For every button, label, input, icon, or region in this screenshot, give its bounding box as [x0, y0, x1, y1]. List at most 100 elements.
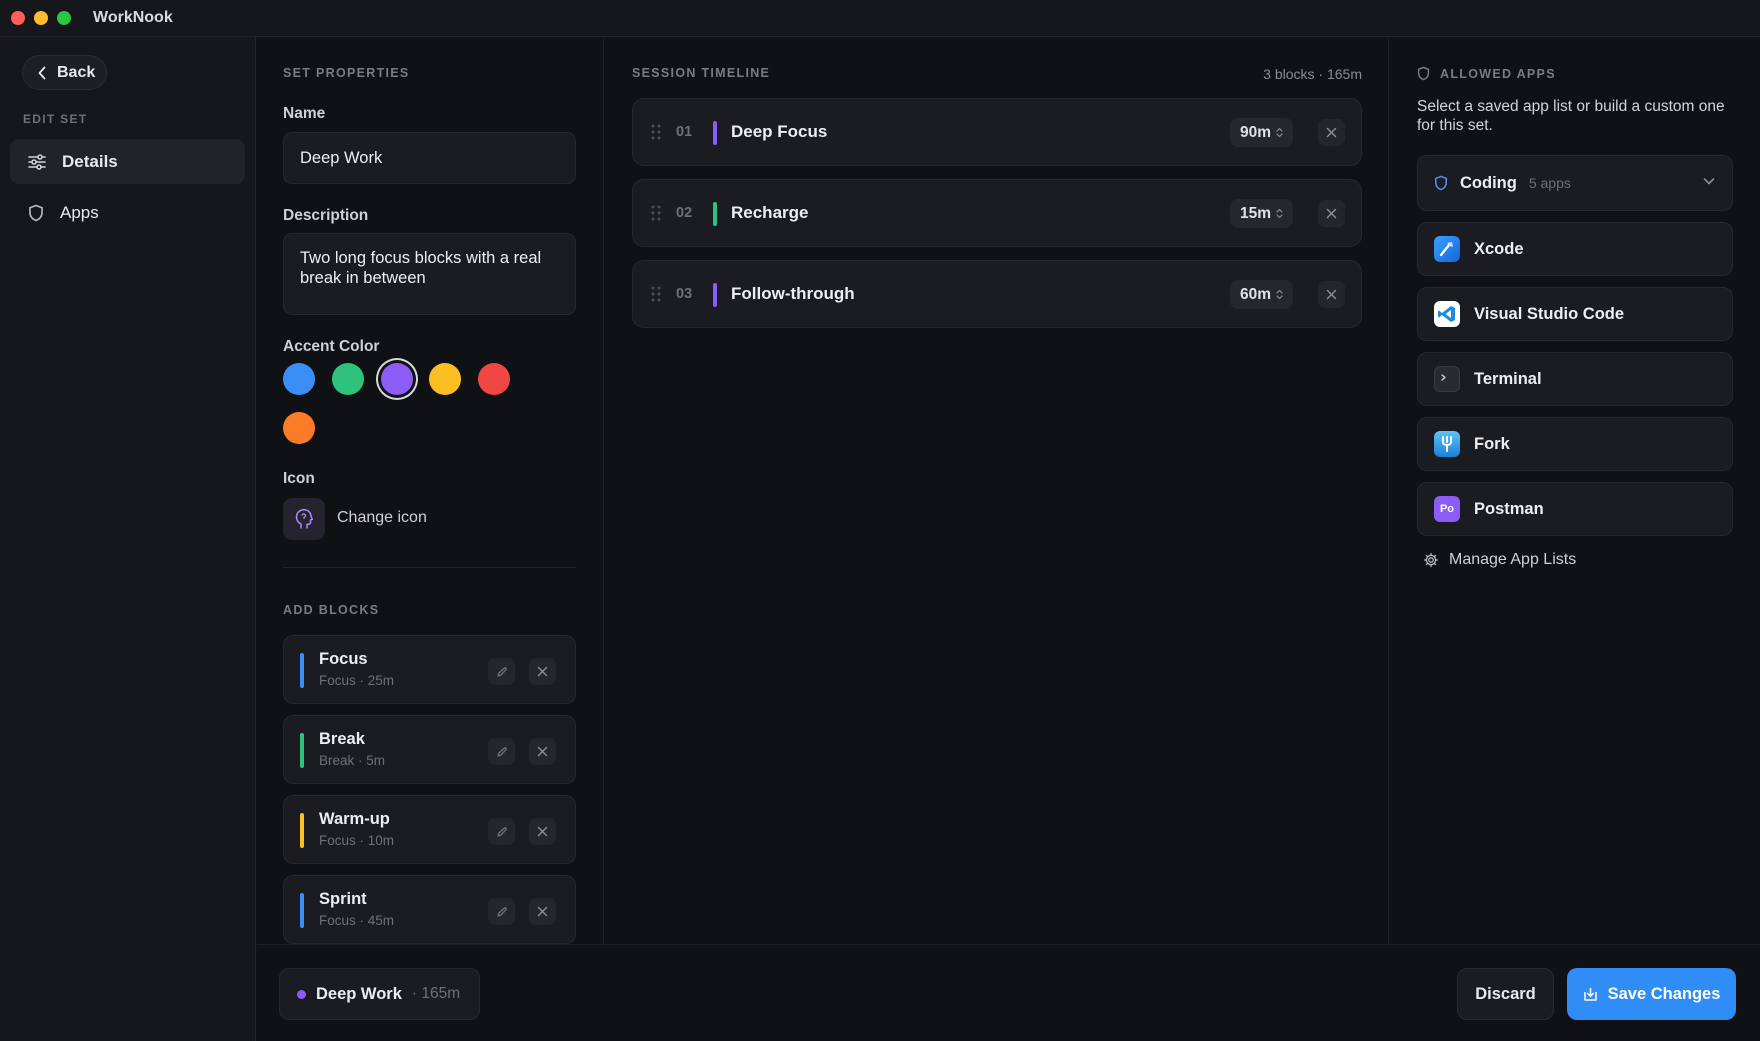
app-row-visual-studio-code[interactable]: Visual Studio Code — [1417, 287, 1733, 341]
chevron-down-icon — [1703, 178, 1715, 185]
drag-handle-icon[interactable] — [651, 205, 661, 221]
block-template-card[interactable]: Break Break · 5m — [283, 715, 576, 784]
zoom-window-button[interactable] — [57, 11, 71, 25]
section-divider — [283, 567, 576, 568]
close-icon — [537, 666, 548, 677]
close-icon — [537, 746, 548, 757]
back-button[interactable]: Back — [22, 55, 107, 90]
edit-block-button[interactable] — [488, 818, 515, 845]
shield-icon — [1434, 175, 1448, 191]
up-down-chevron-icon — [1276, 127, 1283, 138]
set-summary-duration: · 165m — [411, 985, 461, 1002]
block-meta: Focus · 25m — [319, 673, 395, 688]
set-properties-heading: SET PROPERTIES — [283, 66, 410, 80]
manage-app-lists-button[interactable]: Manage App Lists — [1423, 551, 1576, 569]
allowed-apps-description: Select a saved app list or build a custo… — [1417, 98, 1725, 134]
block-name: Focus — [319, 650, 368, 668]
duration-value: 15m — [1240, 204, 1272, 222]
close-icon — [1326, 289, 1337, 300]
accent-swatch-blue[interactable] — [283, 363, 315, 395]
block-name: Warm-up — [319, 810, 390, 828]
save-icon — [1583, 987, 1597, 1001]
discard-button[interactable]: Discard — [1457, 968, 1554, 1020]
duration-stepper[interactable]: 90m — [1230, 118, 1294, 147]
block-meta: Break · 5m — [319, 753, 386, 768]
name-input[interactable]: Deep Work — [283, 132, 576, 184]
close-window-button[interactable] — [11, 11, 25, 25]
app-name: Terminal — [1474, 369, 1542, 388]
accent-color-label: Accent Color — [283, 338, 380, 355]
vscode-icon — [1434, 301, 1460, 327]
save-changes-button[interactable]: Save Changes — [1567, 968, 1736, 1020]
block-template-card[interactable]: Warm-up Focus · 10m — [283, 795, 576, 864]
block-color-bar — [300, 733, 304, 768]
postman-icon: Po — [1434, 496, 1460, 522]
remove-timeline-row-button[interactable] — [1318, 200, 1345, 227]
change-icon-button[interactable]: Change icon — [337, 509, 427, 527]
app-list-dropdown[interactable]: Coding 5 apps — [1417, 155, 1733, 211]
name-label: Name — [283, 105, 326, 122]
duration-stepper[interactable]: 15m — [1230, 199, 1294, 228]
set-icon-tile[interactable] — [283, 498, 325, 540]
sidebar-item-apps[interactable]: Apps — [10, 190, 245, 235]
remove-block-button[interactable] — [529, 818, 556, 845]
duration-stepper[interactable]: 60m — [1230, 280, 1294, 309]
window-title: WorkNook — [93, 9, 173, 26]
block-color-bar — [300, 813, 304, 848]
timeline-color-bar — [713, 283, 717, 307]
terminal-icon — [1434, 366, 1460, 392]
block-template-card[interactable]: Sprint Focus · 45m — [283, 875, 576, 944]
edit-block-button[interactable] — [488, 658, 515, 685]
app-name: Fork — [1474, 434, 1510, 453]
timeline-row[interactable]: 03 Follow-through 60m — [632, 260, 1362, 328]
sidebar-item-details[interactable]: Details — [10, 139, 245, 184]
icon-label: Icon — [283, 470, 315, 487]
app-row-terminal[interactable]: Terminal — [1417, 352, 1733, 406]
description-textarea[interactable]: Two long focus blocks with a real break … — [283, 233, 576, 315]
app-name: Xcode — [1474, 239, 1524, 258]
set-properties-panel: SET PROPERTIES Name Deep Work Descriptio… — [257, 37, 604, 944]
timeline-row[interactable]: 02 Recharge 15m — [632, 179, 1362, 247]
block-color-bar — [300, 653, 304, 688]
allowed-apps-heading: ALLOWED APPS — [1440, 66, 1556, 81]
app-row-xcode[interactable]: Xcode — [1417, 222, 1733, 276]
pencil-icon — [496, 666, 507, 677]
block-meta: Focus · 45m — [319, 913, 395, 928]
accent-swatch-red[interactable] — [478, 363, 510, 395]
block-color-bar — [300, 893, 304, 928]
description-label: Description — [283, 207, 369, 224]
add-blocks-heading: ADD BLOCKS — [283, 603, 380, 617]
minimize-window-button[interactable] — [34, 11, 48, 25]
block-template-card[interactable]: Focus Focus · 25m — [283, 635, 576, 704]
remove-timeline-row-button[interactable] — [1318, 281, 1345, 308]
remove-timeline-row-button[interactable] — [1318, 119, 1345, 146]
timeline-color-bar — [713, 121, 717, 145]
app-row-postman[interactable]: Po Postman — [1417, 482, 1733, 536]
session-timeline-heading: SESSION TIMELINE — [632, 66, 771, 80]
app-row-fork[interactable]: Fork — [1417, 417, 1733, 471]
drag-handle-icon[interactable] — [651, 124, 661, 140]
remove-block-button[interactable] — [529, 658, 556, 685]
remove-block-button[interactable] — [529, 738, 556, 765]
edit-block-button[interactable] — [488, 898, 515, 925]
accent-swatch-green[interactable] — [332, 363, 364, 395]
manage-app-lists-label: Manage App Lists — [1449, 551, 1577, 568]
app-list-name: Coding — [1460, 173, 1517, 192]
sidebar-item-label: Details — [62, 151, 118, 171]
edit-block-button[interactable] — [488, 738, 515, 765]
remove-block-button[interactable] — [529, 898, 556, 925]
pencil-icon — [496, 826, 507, 837]
timeline-row[interactable]: 01 Deep Focus 90m — [632, 98, 1362, 166]
shield-icon — [1417, 66, 1430, 81]
timeline-row-index: 01 — [676, 124, 693, 140]
app-name: Visual Studio Code — [1474, 304, 1625, 323]
accent-swatch-yellow[interactable] — [429, 363, 461, 395]
xcode-icon — [1434, 236, 1460, 262]
drag-handle-icon[interactable] — [651, 286, 661, 302]
up-down-chevron-icon — [1276, 208, 1283, 219]
window-controls — [11, 11, 71, 25]
accent-swatch-purple[interactable] — [381, 363, 413, 395]
accent-swatch-orange[interactable] — [283, 412, 315, 444]
sidebar-item-label: Apps — [60, 202, 99, 222]
pencil-icon — [496, 746, 507, 757]
